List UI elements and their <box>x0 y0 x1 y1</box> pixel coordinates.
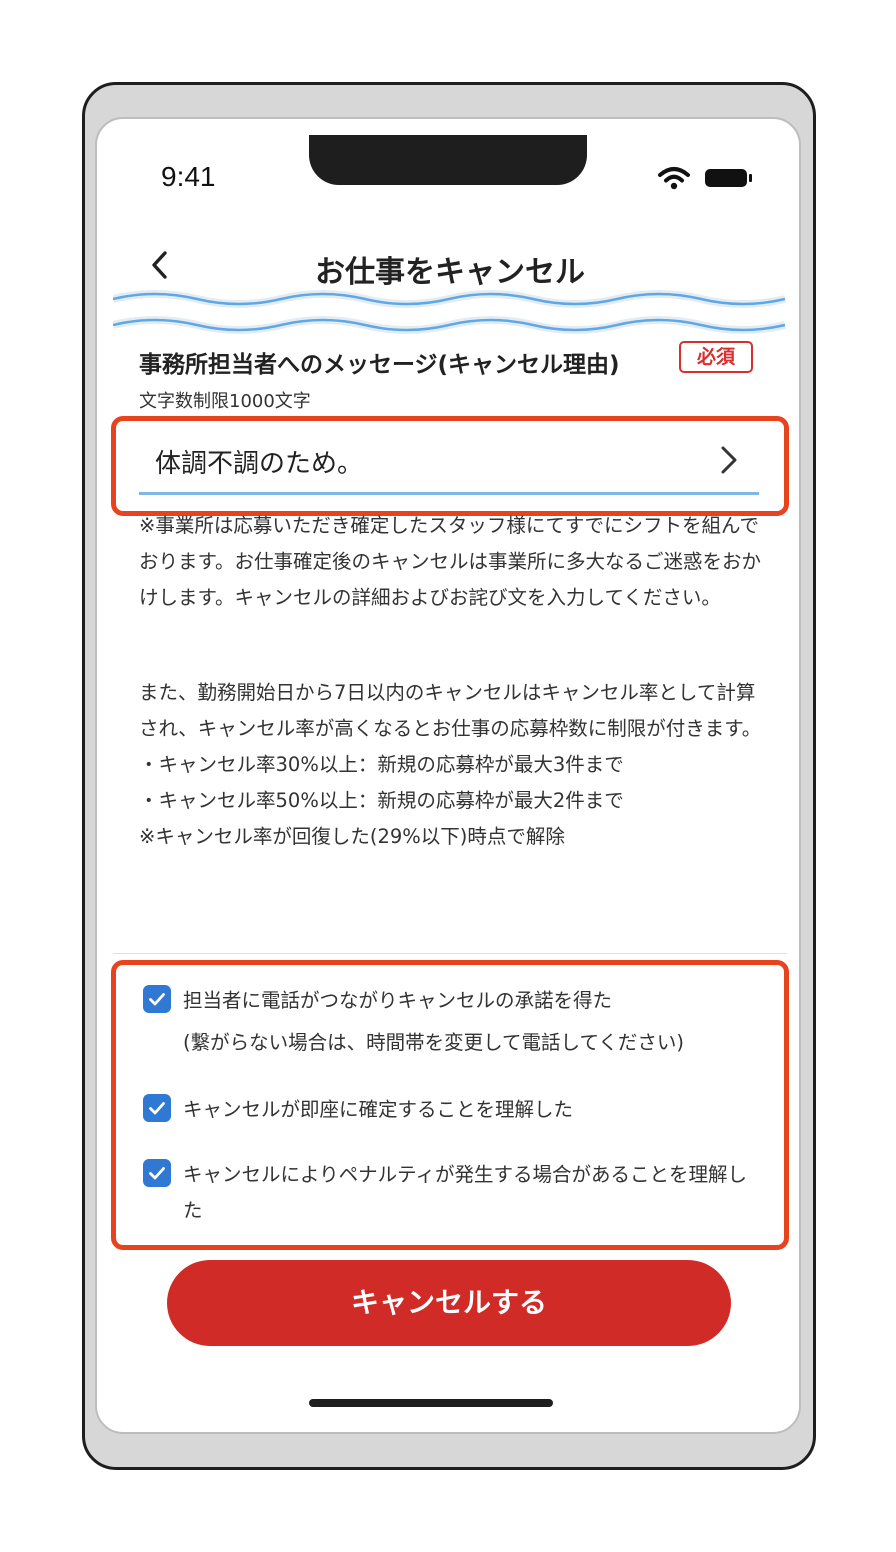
home-indicator <box>309 1399 553 1407</box>
rules-intro: また、勤務開始日から7日以内のキャンセルはキャンセル率として計算され、キャンセル… <box>139 681 762 740</box>
page-title: お仕事をキャンセル <box>315 255 585 290</box>
rule-item: ・キャンセル率50%以上：新規の応募枠が最大2件まで <box>139 789 624 812</box>
highlight-frame-checks <box>111 960 789 1250</box>
rules-footnote: ※キャンセル率が回復した(29%以下)時点で解除 <box>139 825 565 848</box>
cancel-job-button[interactable]: キャンセルする <box>167 1260 731 1346</box>
battery-icon <box>705 169 752 187</box>
notice-text-block: ※事業所は応募いただき確定したスタッフ様にてすでにシフトを組んでおります。お仕事… <box>139 514 763 654</box>
app-screen: 9:41 お仕事をキャンセル 事務所担当者へのメッセージ(キャンセル理由) 必須… <box>95 117 801 1434</box>
highlight-frame-input <box>111 416 789 516</box>
required-badge: 必須 <box>679 341 753 373</box>
rule-item: ・キャンセル率30%以上：新規の応募枠が最大3件まで <box>139 753 624 776</box>
status-icons <box>657 165 752 191</box>
wave-divider <box>113 290 786 334</box>
message-section-title: 事務所担当者へのメッセージ(キャンセル理由) <box>139 352 620 378</box>
section-divider <box>113 953 787 954</box>
wifi-icon <box>658 167 690 190</box>
device-notch <box>309 135 587 185</box>
notice-text: ※事業所は応募いただき確定したスタッフ様にてすでにシフトを組んでおります。お仕事… <box>139 514 762 609</box>
char-limit-note: 文字数制限1000文字 <box>139 391 311 412</box>
status-time: 9:41 <box>161 161 216 192</box>
cancel-rate-rules: また、勤務開始日から7日以内のキャンセルはキャンセル率として計算され、キャンセル… <box>139 675 765 855</box>
